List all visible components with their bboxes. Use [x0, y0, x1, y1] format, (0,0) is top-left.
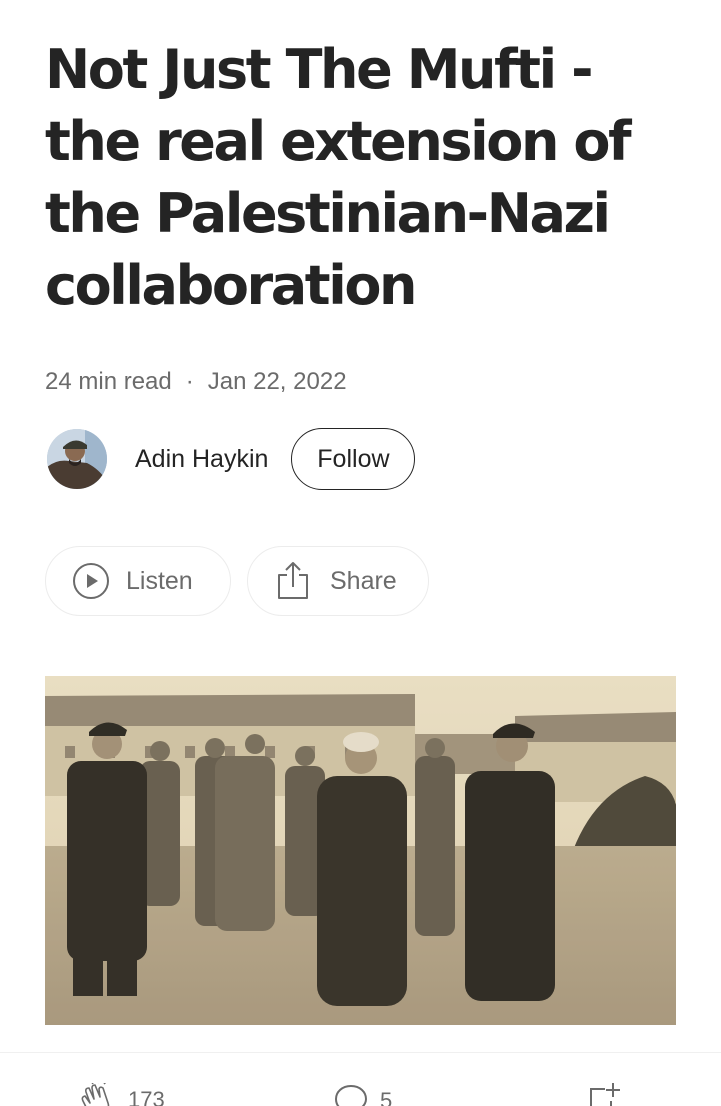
play-circle-icon [72, 562, 110, 600]
bottom-action-bar: 173 5 [0, 1052, 721, 1106]
listen-button[interactable]: Listen [45, 546, 231, 616]
avatar[interactable] [47, 429, 107, 489]
article-title: Not Just The Mufti - the real extension … [45, 38, 632, 317]
meta-separator: · [185, 368, 194, 395]
author-name[interactable]: Adin Haykin [135, 445, 268, 474]
clap-count: 173 [128, 1086, 165, 1106]
avatar-image [47, 429, 107, 489]
clap-icon [80, 1078, 116, 1106]
bookmark-add-icon [587, 1083, 621, 1106]
hero-image [45, 676, 676, 1025]
read-time: 24 min read [45, 368, 172, 395]
article-meta: 24 min read · Jan 22, 2022 [45, 368, 347, 396]
comment-icon [334, 1083, 368, 1106]
share-icon [276, 561, 310, 601]
share-label: Share [330, 566, 397, 595]
comment-button[interactable]: 5 [334, 1083, 392, 1106]
save-button[interactable] [587, 1083, 621, 1106]
author-row: Adin Haykin Follow [47, 427, 416, 491]
comment-count: 5 [380, 1087, 393, 1106]
follow-button[interactable]: Follow [291, 428, 416, 490]
share-button[interactable]: Share [247, 546, 429, 616]
historical-photo [45, 676, 676, 1025]
clap-button[interactable]: 173 [80, 1078, 165, 1106]
publish-date: Jan 22, 2022 [207, 368, 347, 395]
listen-label: Listen [126, 566, 193, 595]
